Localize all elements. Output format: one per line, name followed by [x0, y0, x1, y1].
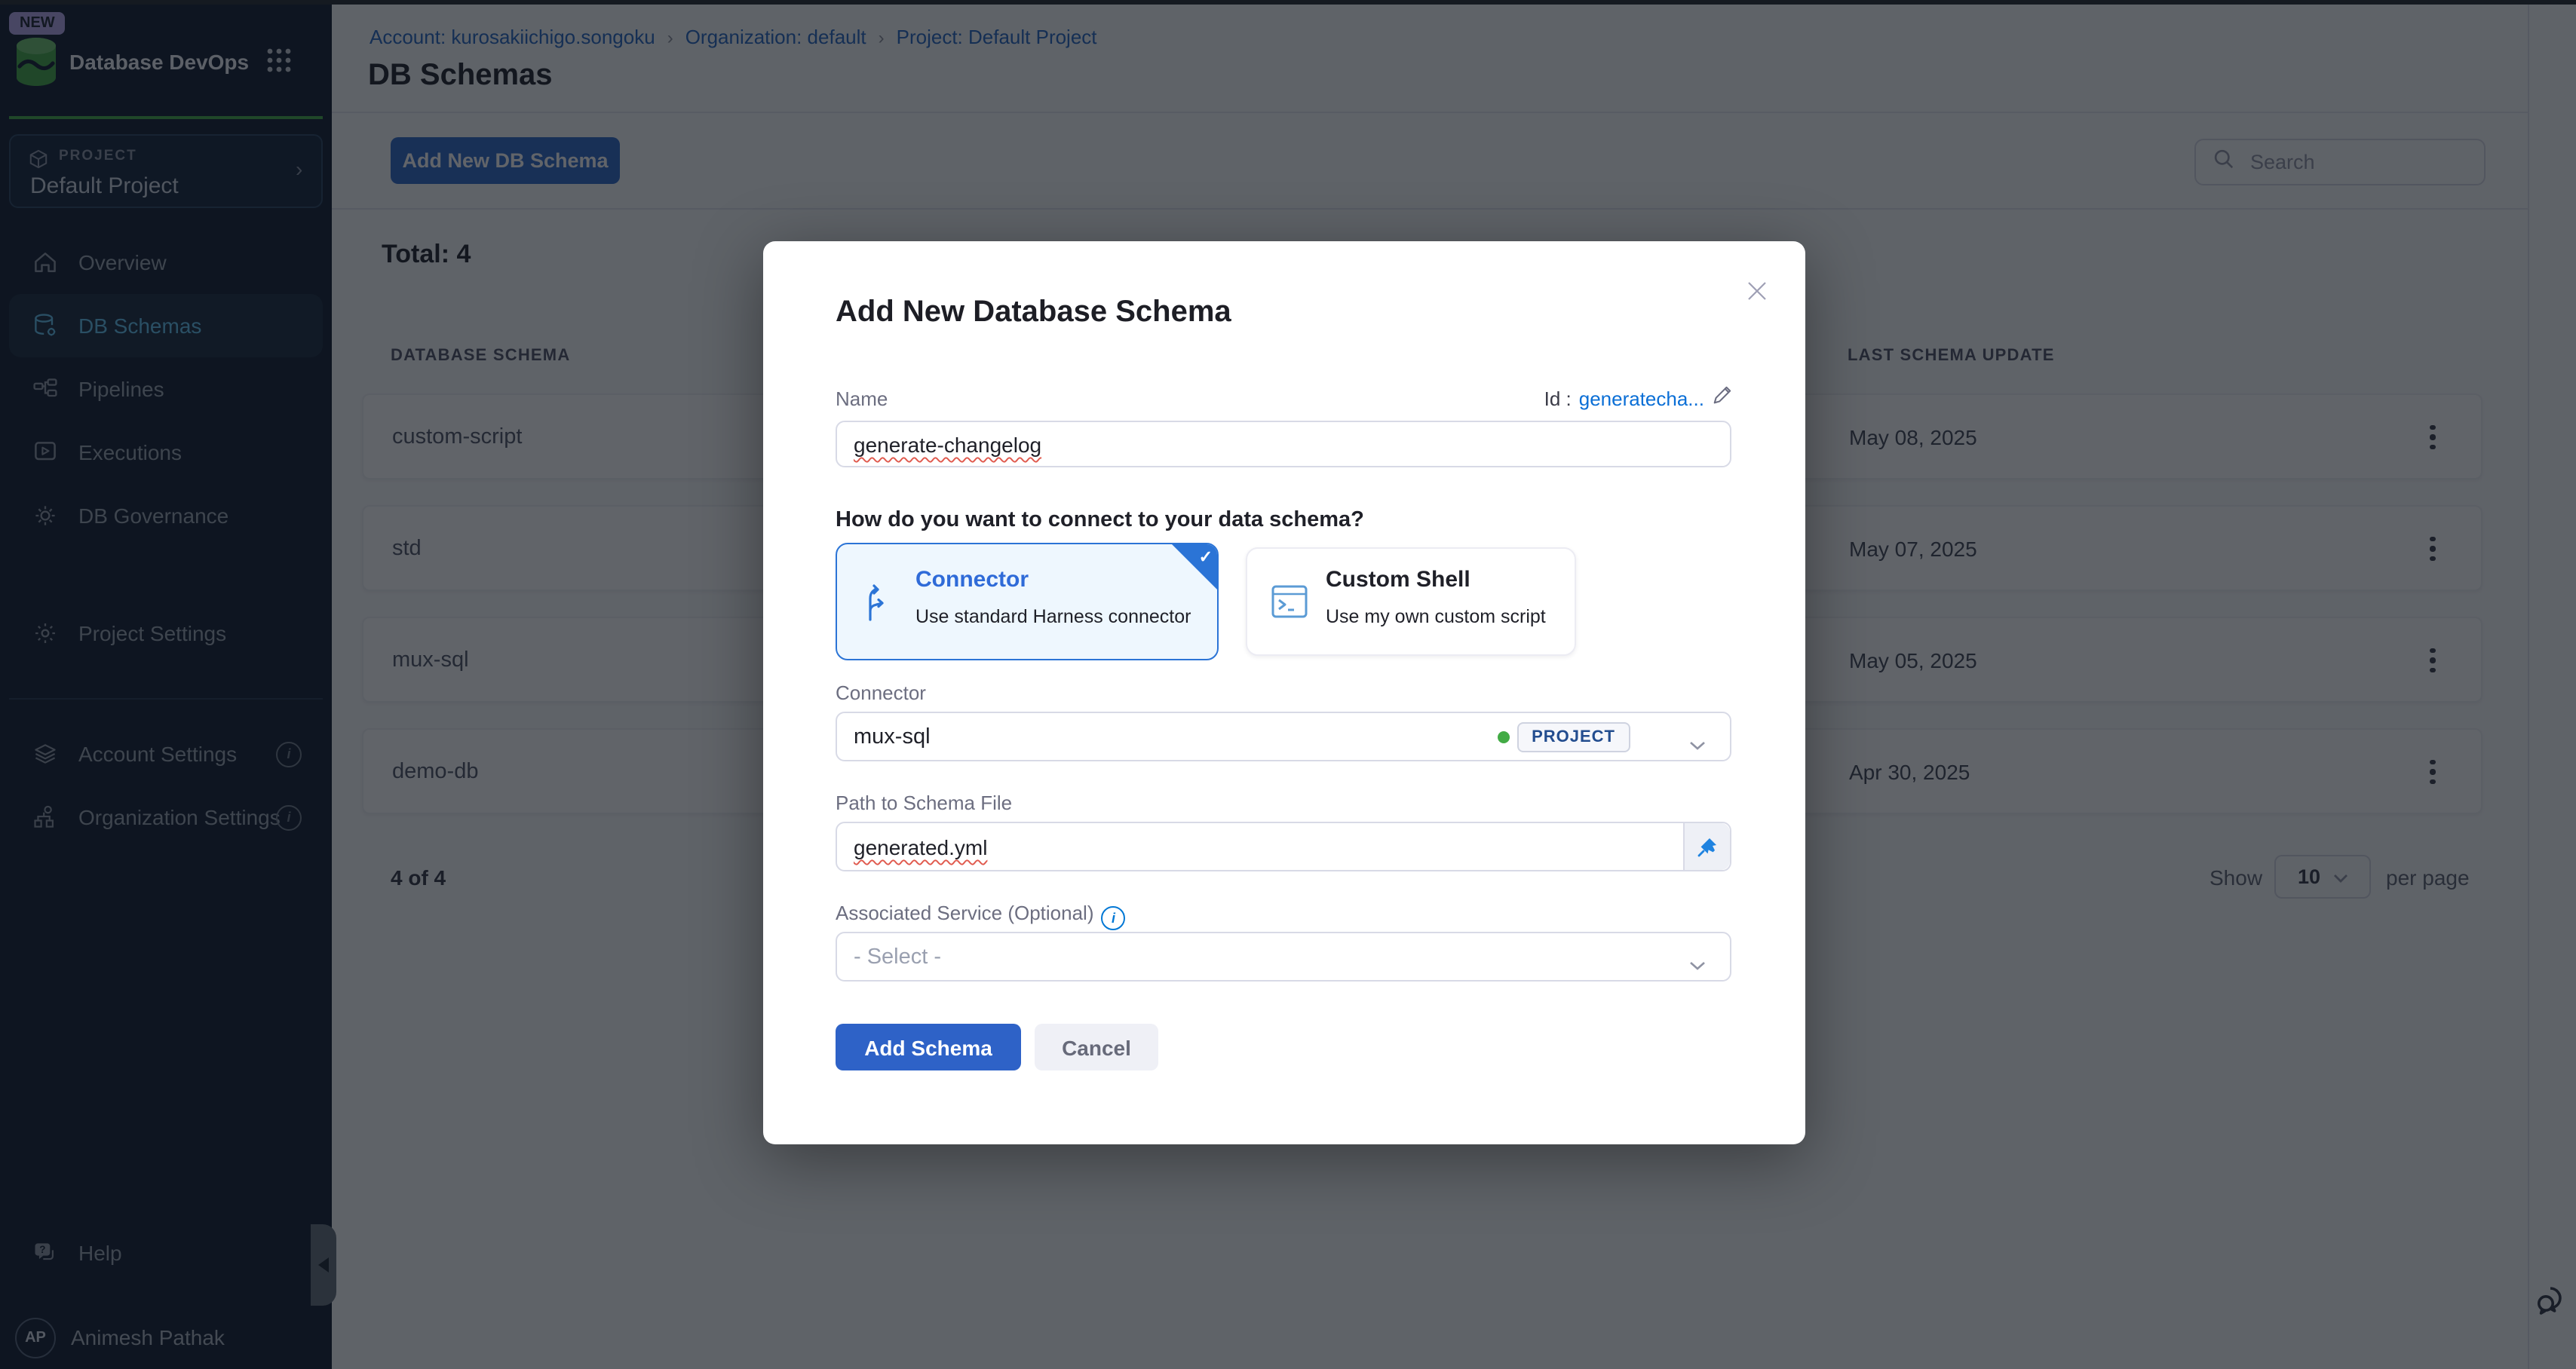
name-value: generate-changelog: [854, 432, 1041, 456]
chevron-down-icon: [1689, 733, 1706, 757]
connector-branch-icon: [860, 583, 896, 630]
close-icon[interactable]: [1740, 274, 1774, 308]
service-select[interactable]: - Select -: [836, 932, 1731, 982]
path-input[interactable]: generated.yml: [836, 822, 1731, 871]
connector-card[interactable]: ✓ Connector Use standard Harness connect…: [836, 543, 1219, 660]
id-value-link[interactable]: generatecha...: [1579, 387, 1704, 409]
connector-value: mux-sql: [854, 724, 931, 749]
connector-status-dot: [1498, 731, 1510, 743]
id-prefix: Id :: [1544, 387, 1572, 409]
connector-label: Connector: [836, 681, 926, 704]
id-row: Id : generatecha...: [836, 386, 1731, 410]
chevron-down-icon: [1689, 953, 1706, 977]
cancel-button[interactable]: Cancel: [1035, 1024, 1158, 1070]
custom-shell-card-subtitle: Use my own custom script: [1326, 606, 1546, 627]
terminal-icon: [1270, 582, 1309, 629]
pin-button[interactable]: [1683, 823, 1730, 870]
name-input[interactable]: generate-changelog: [836, 421, 1731, 467]
add-schema-button[interactable]: Add Schema: [836, 1024, 1021, 1070]
path-value: generated.yml: [854, 835, 987, 859]
custom-shell-card-title: Custom Shell: [1326, 567, 1470, 593]
modal-title: Add New Database Schema: [836, 296, 1231, 330]
connector-card-title: Connector: [915, 567, 1029, 593]
custom-shell-card[interactable]: Custom Shell Use my own custom script: [1246, 547, 1576, 656]
check-icon: ✓: [1199, 547, 1213, 567]
connect-question: How do you want to connect to your data …: [836, 508, 1364, 532]
scope-badge: PROJECT: [1516, 722, 1630, 752]
add-schema-modal: Add New Database Schema Name Id : genera…: [763, 241, 1805, 1144]
edit-pencil-icon[interactable]: [1712, 386, 1731, 410]
service-label: Associated Service (Optional)i: [836, 902, 1126, 930]
info-icon[interactable]: i: [1102, 906, 1126, 930]
service-placeholder: - Select -: [854, 945, 941, 969]
path-label: Path to Schema File: [836, 792, 1012, 814]
app-root: NEW Database DevOps PROJECT Default Proj…: [0, 0, 2576, 1369]
connector-select[interactable]: mux-sql PROJECT: [836, 712, 1731, 761]
connector-card-subtitle: Use standard Harness connector: [915, 606, 1191, 627]
